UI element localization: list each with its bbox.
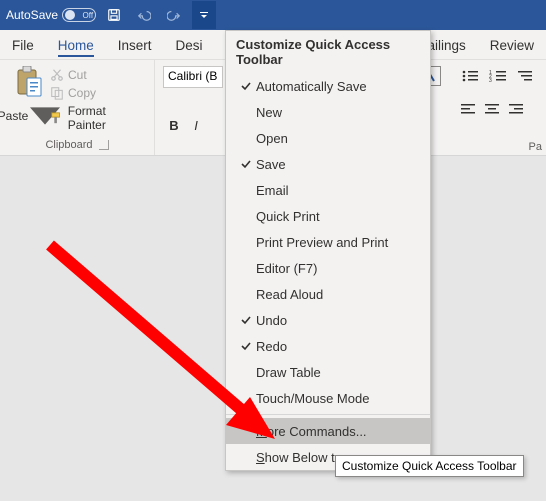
dropdown-item-label: Save: [256, 157, 422, 172]
bold-button[interactable]: B: [163, 115, 185, 137]
clipboard-group: Paste Cut Copy Format Painter: [0, 60, 155, 155]
numbering-button[interactable]: 123: [484, 66, 512, 86]
italic-button[interactable]: I: [185, 115, 207, 137]
clipboard-launcher-icon[interactable]: [99, 140, 109, 150]
clipboard-group-label: Clipboard: [8, 139, 146, 153]
autosave-toggle[interactable]: Off: [62, 8, 96, 22]
copy-button: Copy: [50, 84, 146, 102]
tooltip: Customize Quick Access Toolbar: [335, 455, 524, 477]
undo-icon[interactable]: [132, 3, 156, 27]
save-icon[interactable]: [102, 3, 126, 27]
paste-button[interactable]: Paste: [8, 64, 50, 134]
check-icon: [236, 81, 256, 91]
align-left-button[interactable]: [456, 100, 480, 120]
tab-file[interactable]: File: [0, 33, 46, 59]
tab-home[interactable]: Home: [46, 33, 106, 59]
customize-qat-button[interactable]: [192, 1, 216, 29]
dropdown-item[interactable]: Open: [226, 125, 430, 151]
dropdown-title: Customize Quick Access Toolbar: [226, 31, 430, 73]
dropdown-item[interactable]: Quick Print: [226, 203, 430, 229]
dropdown-item-label: Open: [256, 131, 422, 146]
redo-icon[interactable]: [162, 3, 186, 27]
tab-insert[interactable]: Insert: [106, 33, 164, 59]
annotation-arrow: [40, 235, 300, 455]
dropdown-item[interactable]: Email: [226, 177, 430, 203]
autosave-label: AutoSave: [6, 8, 58, 22]
align-center-button[interactable]: [480, 100, 504, 120]
font-name-combo[interactable]: Calibri (B: [163, 66, 223, 88]
tab-design[interactable]: Desi: [164, 33, 215, 59]
cut-button: Cut: [50, 66, 146, 84]
align-right-button[interactable]: [504, 100, 528, 120]
dropdown-item[interactable]: New: [226, 99, 430, 125]
format-painter-button[interactable]: Format Painter: [50, 102, 146, 134]
paragraph-group-label: Pa: [529, 141, 542, 153]
font-group: Calibri (B B I: [155, 60, 232, 155]
dropdown-item-label: Email: [256, 183, 422, 198]
autosave-toggle-group[interactable]: AutoSave Off: [6, 8, 96, 22]
tab-review[interactable]: Review: [478, 33, 546, 59]
multilevel-list-button[interactable]: [512, 66, 540, 86]
dropdown-item-label: New: [256, 105, 422, 120]
dropdown-item[interactable]: Automatically Save: [226, 73, 430, 99]
check-icon: [236, 159, 256, 169]
dropdown-item[interactable]: Save: [226, 151, 430, 177]
bullets-button[interactable]: [456, 66, 484, 86]
svg-text:3: 3: [489, 78, 492, 83]
titlebar: AutoSave Off: [0, 0, 546, 30]
dropdown-item-label: Quick Print: [256, 209, 422, 224]
dropdown-item-label: Automatically Save: [256, 79, 422, 94]
